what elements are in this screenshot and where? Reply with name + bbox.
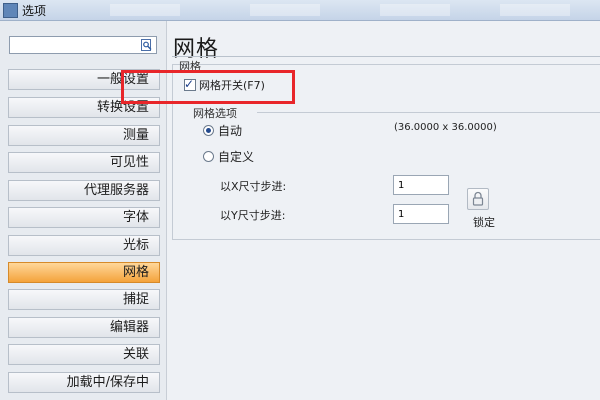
highlight-frame — [121, 70, 295, 104]
sidebar-item-measure[interactable]: 测量 — [8, 125, 160, 146]
radio-custom[interactable]: 自定义 — [203, 148, 254, 165]
y-step-label: 以Y尺寸步进: — [220, 209, 286, 222]
lock-label: 锁定 — [473, 216, 495, 229]
sidebar-item-grid[interactable]: 网格 — [8, 262, 160, 283]
radio-dot — [206, 128, 211, 133]
sidebar-item-snap[interactable]: 捕捉 — [8, 289, 160, 310]
options-divider — [257, 112, 600, 113]
sidebar-item-cursor[interactable]: 光标 — [8, 235, 160, 256]
search-box[interactable] — [9, 36, 157, 54]
search-icon[interactable] — [141, 39, 154, 51]
options-title: 网格选项 — [193, 107, 237, 120]
y-step-input[interactable] — [393, 204, 449, 224]
x-step-label: 以X尺寸步进: — [220, 180, 287, 193]
radio-auto[interactable]: 自动 — [203, 122, 242, 139]
title-divider — [172, 56, 600, 57]
lock-button[interactable] — [467, 188, 489, 210]
titlebar-ghost — [380, 4, 450, 16]
titlebar-ghost — [500, 4, 570, 16]
app-icon — [3, 3, 18, 18]
lock-icon — [472, 191, 484, 206]
sidebar-item-load-save[interactable]: 加载中/保存中 — [8, 372, 160, 393]
sidebar-item-association[interactable]: 关联 — [8, 344, 160, 365]
sidebar-item-proxy[interactable]: 代理服务器 — [8, 180, 160, 201]
titlebar-ghost — [250, 4, 320, 16]
titlebar-ghost — [110, 4, 180, 16]
x-step-input[interactable] — [393, 175, 449, 195]
auto-grid-size: (36.0000 x 36.0000) — [394, 122, 497, 133]
radio-circle[interactable] — [203, 151, 214, 162]
sidebar-item-editor[interactable]: 编辑器 — [8, 317, 160, 338]
radio-custom-label: 自定义 — [218, 150, 255, 164]
sidebar-item-visibility[interactable]: 可见性 — [8, 152, 160, 173]
radio-auto-label: 自动 — [218, 124, 243, 138]
sidebar-item-font[interactable]: 字体 — [8, 207, 160, 228]
search-input[interactable] — [12, 38, 144, 54]
window-titlebar: 选项 — [0, 0, 600, 21]
radio-circle[interactable] — [203, 125, 214, 136]
window-title: 选项 — [22, 4, 47, 18]
